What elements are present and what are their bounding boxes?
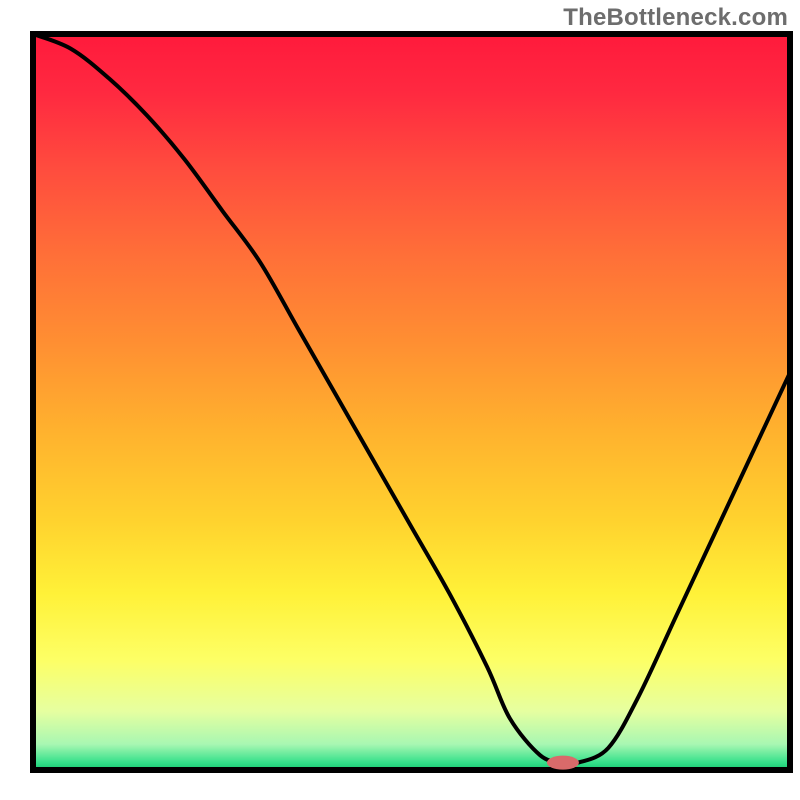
bottleneck-chart [0, 0, 800, 800]
gradient-background [33, 34, 790, 770]
watermark-text: TheBottleneck.com [563, 4, 788, 32]
optimal-marker [547, 756, 579, 770]
chart-area: TheBottleneck.com [0, 0, 800, 800]
